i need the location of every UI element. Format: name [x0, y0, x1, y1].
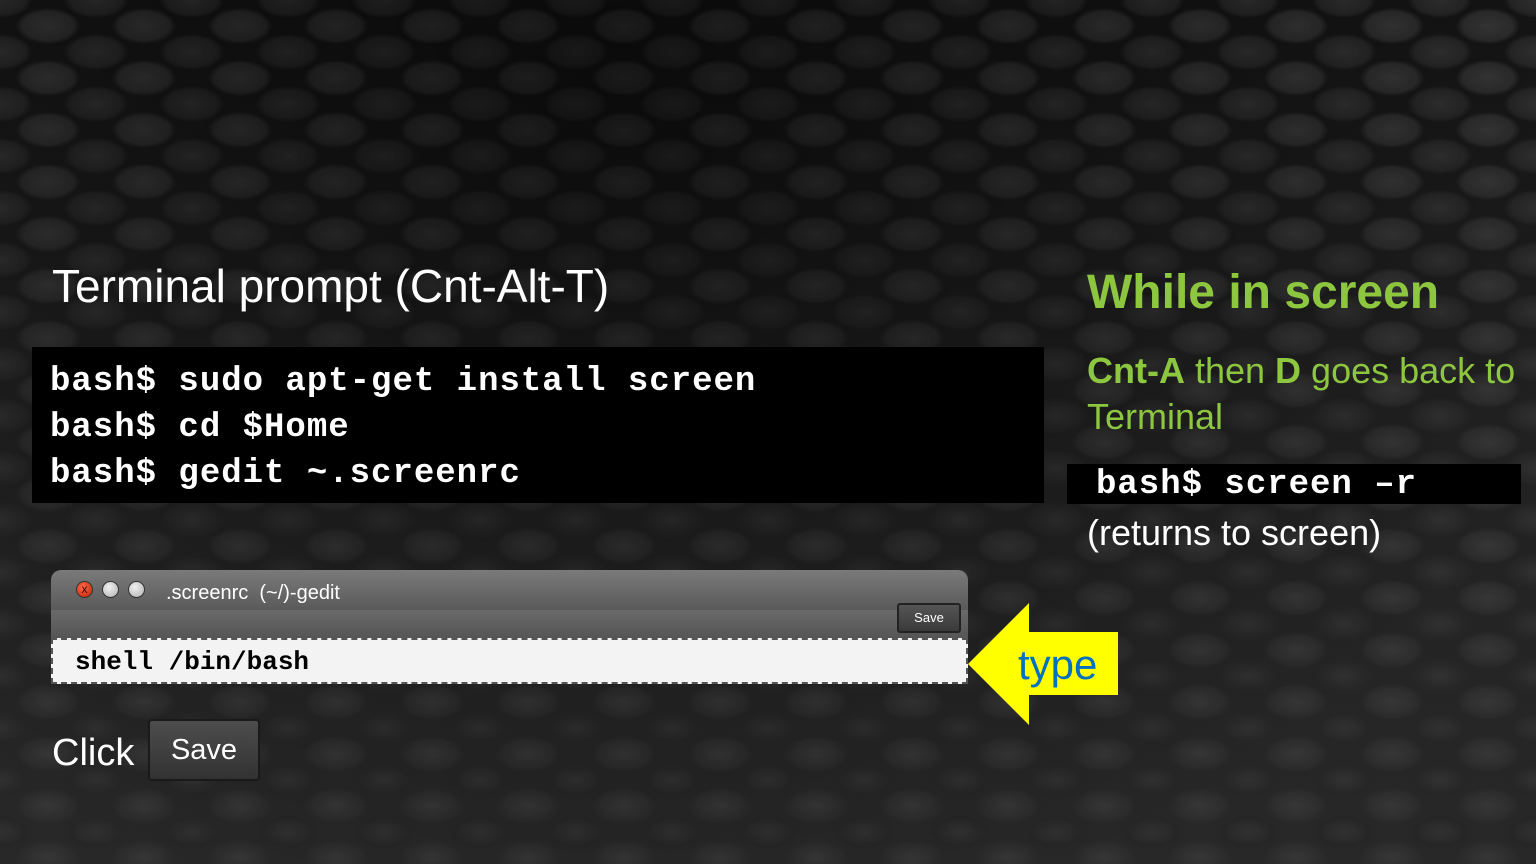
maximize-icon[interactable] [128, 581, 145, 598]
type-callout-label: type [1018, 641, 1098, 688]
resume-note: (returns to screen) [1087, 512, 1382, 553]
gedit-save-button[interactable]: Save [897, 603, 961, 633]
command-line-1: bash$ sudo apt-get install screen [50, 363, 757, 401]
gedit-text-line: shell /bin/bash [75, 647, 310, 677]
minimize-icon[interactable] [102, 581, 119, 598]
while-in-screen-heading: While in screen [1087, 266, 1440, 319]
terminal-command-block: bash$ sudo apt-get install screen bash$ … [32, 347, 1044, 503]
key-combo-cnt-a: Cnt-A [1087, 350, 1185, 391]
resume-command: bash$ screen –r [1096, 466, 1418, 504]
instruction-text: then [1184, 350, 1276, 391]
resume-command-block: bash$ screen –r [1067, 464, 1521, 504]
click-label: Click [52, 732, 135, 774]
command-line-2: bash$ cd $Home [50, 409, 350, 447]
gedit-titlebar[interactable]: x .screenrc (~/)-gedit [51, 570, 968, 610]
save-button[interactable]: Save [148, 719, 260, 781]
terminal-heading: Terminal prompt (Cnt-Alt-T) [52, 260, 610, 312]
gedit-window: x .screenrc (~/)-gedit Save shell /bin/b… [51, 570, 968, 684]
gedit-toolbar [51, 610, 968, 638]
key-d: D [1275, 350, 1302, 391]
detach-instruction: Cnt-A then D goes back to Terminal [1087, 348, 1517, 440]
gedit-window-title: .screenrc (~/)-gedit [166, 582, 340, 604]
close-icon[interactable]: x [76, 581, 93, 598]
command-line-3: bash$ gedit ~.screenrc [50, 455, 521, 493]
gedit-text-area[interactable]: shell /bin/bash [51, 638, 968, 684]
